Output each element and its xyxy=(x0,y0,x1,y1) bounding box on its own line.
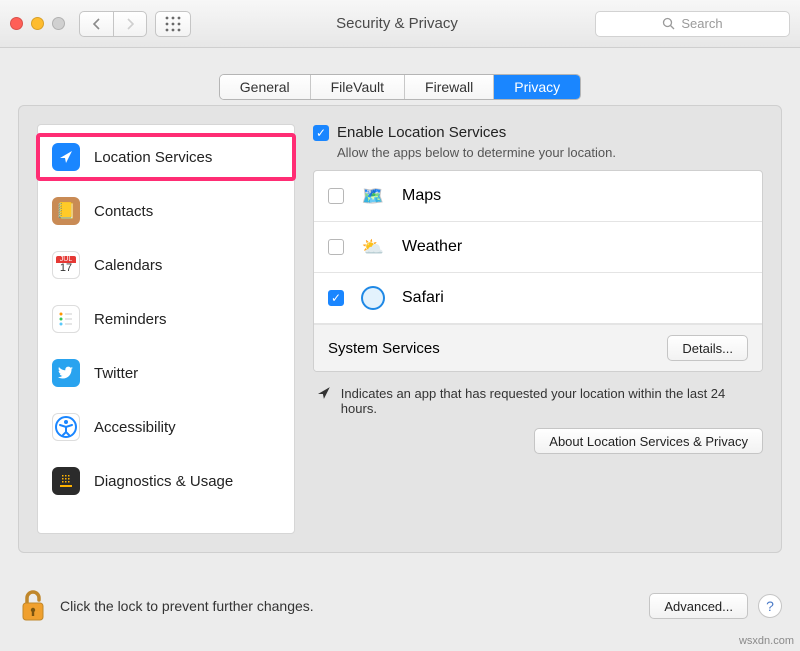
advanced-button[interactable]: Advanced... xyxy=(649,593,748,619)
sidebar-item-contacts[interactable]: 📒 Contacts xyxy=(38,189,294,243)
close-window-button[interactable] xyxy=(10,17,23,30)
app-label: Weather xyxy=(402,238,462,256)
help-button[interactable]: ? xyxy=(758,594,782,618)
tab-bar: General FileVault Firewall Privacy xyxy=(0,74,800,100)
sidebar-item-location-services[interactable]: Location Services xyxy=(38,135,294,179)
sidebar-item-label: Contacts xyxy=(94,203,153,220)
tab-firewall[interactable]: Firewall xyxy=(405,75,494,99)
forward-button[interactable] xyxy=(113,11,147,37)
sidebar-item-accessibility[interactable]: Accessibility xyxy=(38,405,294,459)
footnote-text: Indicates an app that has requested your… xyxy=(341,386,759,416)
app-label: Maps xyxy=(402,187,441,205)
app-row-maps: 🗺️ Maps xyxy=(314,171,762,222)
chevron-left-icon xyxy=(92,18,101,30)
privacy-content: Enable Location Services Allow the apps … xyxy=(313,124,763,534)
accessibility-icon xyxy=(52,413,80,441)
contacts-icon: 📒 xyxy=(52,197,80,225)
app-row-weather: ⛅ Weather xyxy=(314,222,762,273)
enable-location-checkbox[interactable] xyxy=(313,125,329,141)
zoom-window-button[interactable] xyxy=(52,17,65,30)
sidebar-item-reminders[interactable]: Reminders xyxy=(38,297,294,351)
maps-icon: 🗺️ xyxy=(358,181,388,211)
calendar-icon: JUL17 xyxy=(52,251,80,279)
checkbox-weather[interactable] xyxy=(328,239,344,255)
details-button[interactable]: Details... xyxy=(667,335,748,361)
attribution-text: wsxdn.com xyxy=(739,635,794,647)
window-title: Security & Privacy xyxy=(199,15,595,32)
tab-general[interactable]: General xyxy=(220,75,311,99)
lock-icon[interactable] xyxy=(18,589,48,623)
sidebar-item-label: Reminders xyxy=(94,311,167,328)
diagnostics-icon xyxy=(52,467,80,495)
sidebar-item-calendars[interactable]: JUL17 Calendars xyxy=(38,243,294,297)
tab-privacy[interactable]: Privacy xyxy=(494,75,580,99)
sidebar-item-label: Diagnostics & Usage xyxy=(94,473,233,490)
safari-icon xyxy=(358,283,388,313)
app-label: Safari xyxy=(402,289,444,307)
window-footer: Click the lock to prevent further change… xyxy=(18,589,782,623)
checkbox-maps[interactable] xyxy=(328,188,344,204)
sidebar-item-label: Accessibility xyxy=(94,419,176,436)
sidebar-item-label: Twitter xyxy=(94,365,138,382)
minimize-window-button[interactable] xyxy=(31,17,44,30)
chevron-right-icon xyxy=(126,18,135,30)
show-all-button[interactable] xyxy=(155,11,191,37)
reminders-icon xyxy=(52,305,80,333)
grid-icon xyxy=(165,16,181,32)
sidebar-item-diagnostics[interactable]: Diagnostics & Usage xyxy=(38,459,294,513)
lock-text: Click the lock to prevent further change… xyxy=(60,598,649,614)
back-button[interactable] xyxy=(79,11,113,37)
location-footnote: Indicates an app that has requested your… xyxy=(317,386,759,416)
sidebar-item-twitter[interactable]: Twitter xyxy=(38,351,294,405)
search-placeholder: Search xyxy=(681,16,722,31)
app-row-safari: Safari xyxy=(314,273,762,324)
system-services-label: System Services xyxy=(328,340,440,357)
window-controls xyxy=(10,17,65,30)
window-toolbar: Security & Privacy Search xyxy=(0,0,800,48)
privacy-panel: Location Services 📒 Contacts JUL17 Calen… xyxy=(18,105,782,553)
checkbox-safari[interactable] xyxy=(328,290,344,306)
search-icon xyxy=(662,17,675,30)
about-location-button[interactable]: About Location Services & Privacy xyxy=(534,428,763,454)
tab-filevault[interactable]: FileVault xyxy=(311,75,405,99)
enable-location-sublabel: Allow the apps below to determine your l… xyxy=(337,145,763,160)
twitter-icon xyxy=(52,359,80,387)
system-services-row: System Services Details... xyxy=(314,324,762,371)
location-arrow-icon xyxy=(52,143,80,171)
location-arrow-icon xyxy=(317,386,331,400)
sidebar-item-label: Calendars xyxy=(94,257,162,274)
sidebar-item-label: Location Services xyxy=(94,149,212,166)
weather-icon: ⛅ xyxy=(358,232,388,262)
privacy-sidebar: Location Services 📒 Contacts JUL17 Calen… xyxy=(37,124,295,534)
enable-location-label: Enable Location Services xyxy=(337,124,506,141)
search-input[interactable]: Search xyxy=(595,11,790,37)
location-apps-list: 🗺️ Maps ⛅ Weather Safari System Services… xyxy=(313,170,763,372)
